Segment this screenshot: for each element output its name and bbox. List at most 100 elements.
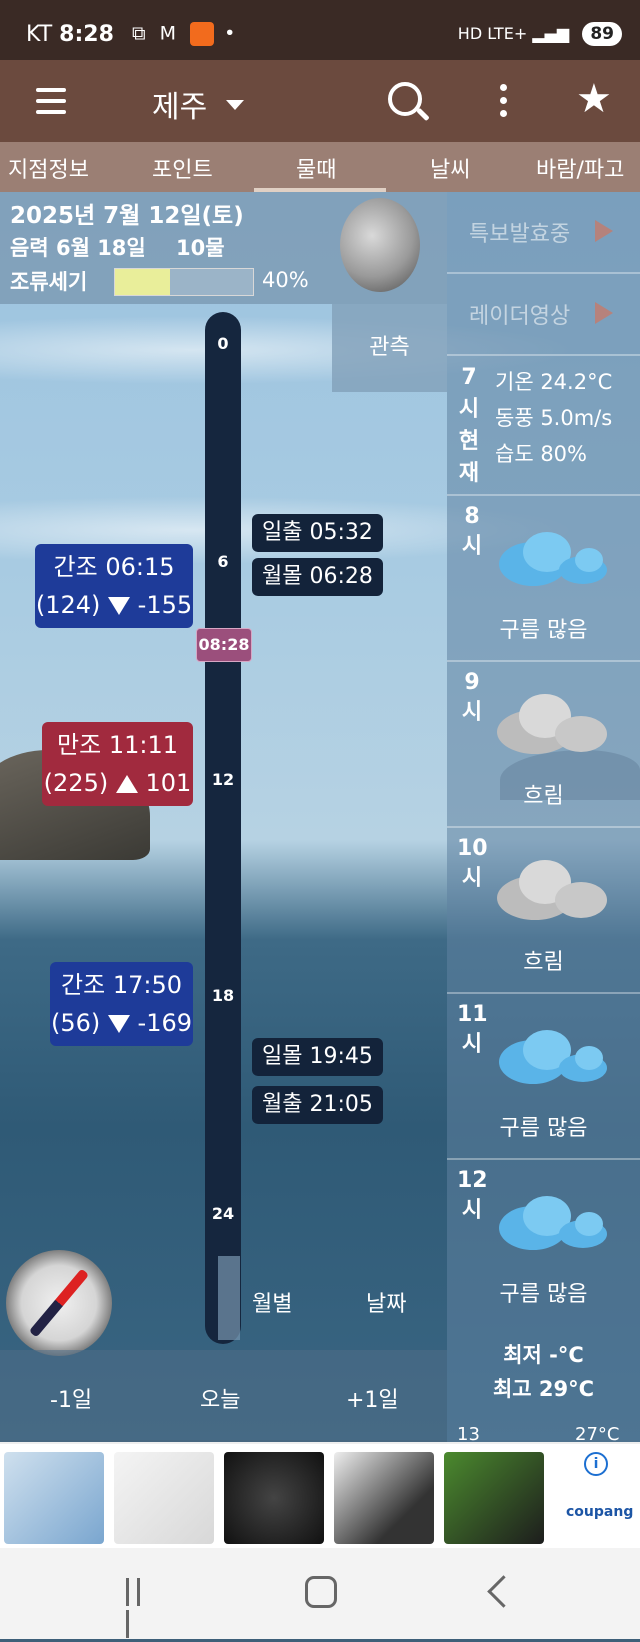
timeline-tick: 24 (211, 1204, 235, 1223)
current-strength-bar (114, 268, 254, 296)
rising-arrow-icon (115, 775, 138, 793)
weather-warning-label: 특보발효중 (469, 222, 571, 247)
system-navigation-bar (0, 1548, 640, 1639)
compass-icon[interactable] (6, 1250, 112, 1356)
weather-description: 흐림 (523, 784, 564, 809)
weather-column: 특보발효중 레이더영상 7 시 현 재 기온 24.2°C 동풍 5.0m/s … (447, 192, 640, 1445)
hourly-weather-row: 8시 구름 많음 (447, 496, 640, 662)
weather-warning-button[interactable]: 특보발효중 (447, 192, 640, 274)
moonrise-label: 월출 21:05 (252, 1086, 383, 1124)
min-temp: 최저 -°C (503, 1343, 584, 1367)
current-weather: 7 시 현 재 기온 24.2°C 동풍 5.0m/s 습도 80% (447, 354, 640, 496)
temu-app-icon (190, 22, 215, 46)
carrier-label: KT (26, 22, 53, 47)
weather-description: 구름 많음 (499, 1282, 588, 1307)
hourly-weather-row: 11 시 구름 많음 (447, 994, 640, 1160)
ad-product-image[interactable] (334, 1452, 434, 1544)
current-strength-percent: 40% (262, 268, 309, 292)
current-temp: 기온 24.2°C (495, 370, 613, 394)
battery-indicator: 89 (582, 22, 622, 46)
hourly-weather-row: 12 시 구름 많음 (447, 1160, 640, 1324)
tab-tide[interactable]: 물때 (296, 152, 336, 184)
current-strength-fill (115, 269, 171, 295)
tab-weather[interactable]: 날씨 (430, 152, 470, 184)
current-humidity: 습도 80% (495, 442, 587, 466)
overcast-icon (497, 694, 607, 754)
partly-cloudy-icon (499, 1030, 607, 1084)
max-temp: 최고 29°C (492, 1377, 595, 1401)
play-arrow-icon (595, 302, 613, 324)
radar-label: 레이더영상 (469, 304, 571, 329)
search-icon[interactable] (388, 82, 422, 116)
network-indicator: HD LTE+ (457, 24, 528, 43)
scan-icon: ⧉ (132, 22, 150, 45)
dot-icon: • (224, 22, 240, 45)
falling-arrow-icon (108, 597, 131, 615)
monthly-button[interactable]: 월별 (252, 1286, 292, 1318)
tab-points[interactable]: 포인트 (152, 152, 213, 184)
low-tide-2: 간조 17:50 (56) -169 (50, 962, 193, 1046)
high-tide-1: 만조 11:11 (225) 101 (42, 722, 193, 806)
timeline-tick: 0 (217, 334, 229, 353)
ad-product-image[interactable] (444, 1452, 544, 1544)
status-bar: KT 8:28 ⧉ M • HD LTE+ ▂▄▆ 89 (0, 0, 640, 60)
weather-description: 구름 많음 (499, 618, 588, 643)
sunset-label: 일몰 19:45 (252, 1038, 383, 1076)
current-hour-label: 7 시 현 재 (458, 365, 480, 486)
next-day-button[interactable]: +1일 (346, 1382, 399, 1414)
low-tide-1: 간조 06:15 (124) -155 (35, 544, 193, 628)
observation-button[interactable]: 관측 (332, 304, 447, 392)
tab-wind-wave[interactable]: 바람/파고 (536, 152, 624, 184)
mail-icon: M (159, 22, 181, 45)
location-selector[interactable]: 제주 (152, 82, 207, 126)
home-icon[interactable] (305, 1576, 337, 1608)
sunrise-label: 일출 05:32 (252, 514, 383, 552)
min-max-temp: 최저 -°C 최고 29°C (447, 1338, 640, 1406)
timeline-end-overlay (218, 1256, 240, 1340)
hamburger-menu-icon[interactable] (36, 88, 66, 114)
tide-phase: 10물 (176, 236, 225, 260)
current-wind: 동풍 5.0m/s (495, 406, 613, 430)
weather-description: 흐림 (523, 950, 564, 975)
timeline-tick: 6 (217, 552, 229, 571)
more-options-icon[interactable] (500, 84, 508, 123)
timeline-tick: 18 (211, 986, 235, 1005)
falling-arrow-icon (107, 1015, 130, 1033)
ad-brand-logo: coupang (566, 1504, 634, 1520)
tide-timeline[interactable]: 0 6 12 18 24 (205, 312, 241, 1344)
tab-location-info[interactable]: 지점정보 (8, 152, 89, 184)
tab-bar: 지점정보 포인트 물때 날씨 바람/파고 (0, 142, 640, 192)
signal-icon: ▂▄▆ (532, 24, 570, 43)
moonset-label: 월몰 06:28 (252, 558, 383, 596)
app-bar: 제주 ★ (0, 60, 640, 142)
current-strength-label: 조류세기 (10, 270, 88, 294)
lunar-date: 음력 6월 18일 (10, 236, 146, 260)
timeline-tick: 12 (211, 770, 235, 789)
weather-description: 구름 많음 (499, 1116, 588, 1141)
radar-button[interactable]: 레이더영상 (447, 274, 640, 356)
clock: 8:28 (59, 22, 114, 47)
favorite-star-icon[interactable]: ★ (576, 76, 612, 122)
partly-cloudy-icon (499, 1196, 607, 1250)
today-button[interactable]: 오늘 (200, 1382, 240, 1414)
play-arrow-icon (595, 220, 613, 242)
compass-needle-icon (28, 1268, 90, 1338)
date-picker-button[interactable]: 날짜 (366, 1286, 406, 1318)
ad-banner[interactable]: i coupang (0, 1442, 640, 1550)
ad-product-image[interactable] (114, 1452, 214, 1544)
hourly-weather-row: 9시 흐림 (447, 662, 640, 828)
partly-cloudy-icon (499, 532, 607, 586)
current-time-marker: 08:28 (196, 628, 252, 662)
ad-info-icon[interactable]: i (584, 1452, 608, 1476)
ad-product-image[interactable] (224, 1452, 324, 1544)
chevron-down-icon[interactable] (226, 100, 244, 110)
recent-apps-icon[interactable] (126, 1578, 156, 1638)
overcast-icon (497, 860, 607, 920)
hourly-weather-row: 10 시 흐림 (447, 828, 640, 994)
ad-product-image[interactable] (4, 1452, 104, 1544)
date-label: 2025년 7월 12일(토) (10, 203, 244, 229)
tide-info-panel: 2025년 7월 12일(토) 음력 6월 18일 10물 조류세기 40% (0, 192, 447, 304)
moon-phase-icon (340, 198, 420, 292)
prev-day-button[interactable]: -1일 (50, 1382, 92, 1414)
back-icon[interactable] (487, 1575, 520, 1608)
